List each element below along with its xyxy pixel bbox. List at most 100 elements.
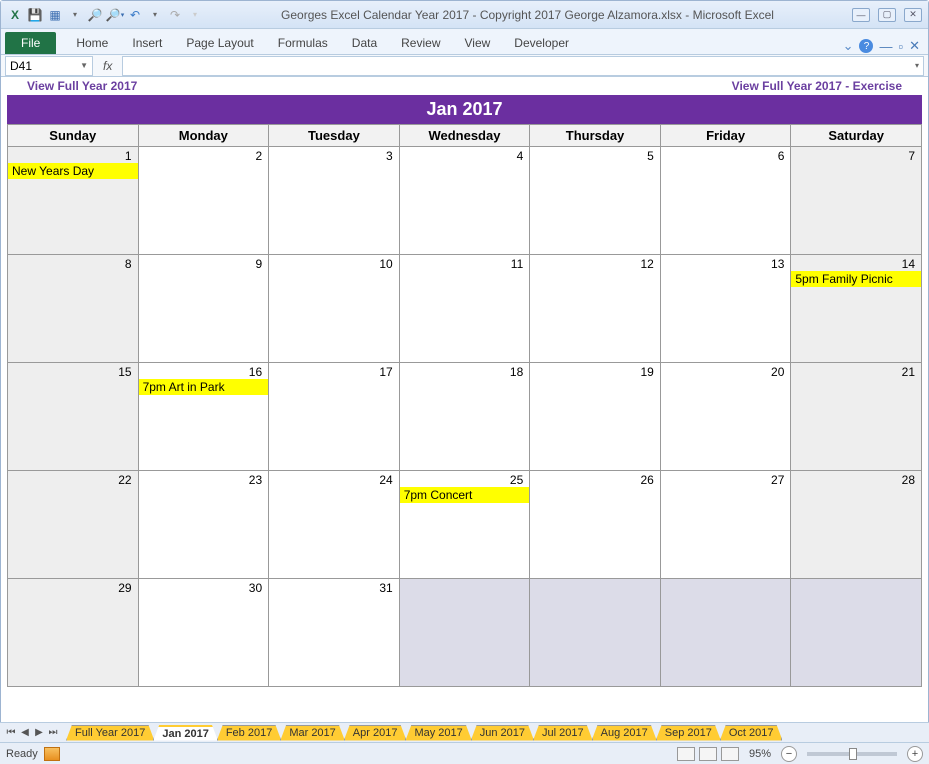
calendar-cell[interactable]: 19 bbox=[530, 363, 661, 471]
calendar-cell[interactable]: 11 bbox=[399, 255, 530, 363]
day-header: Thursday bbox=[530, 125, 661, 147]
sheet-tab[interactable]: May 2017 bbox=[405, 725, 471, 741]
window-restore-icon[interactable]: ▫ bbox=[898, 39, 903, 54]
calendar-cell[interactable]: 3 bbox=[269, 147, 400, 255]
calendar-cell[interactable]: 26 bbox=[530, 471, 661, 579]
calendar-cell[interactable]: 18 bbox=[399, 363, 530, 471]
calendar-cell[interactable]: 30 bbox=[138, 579, 269, 687]
calendar-cell[interactable]: 9 bbox=[138, 255, 269, 363]
window-min-icon[interactable]: — bbox=[879, 39, 892, 54]
ribbon-tab-data[interactable]: Data bbox=[340, 32, 389, 54]
page-break-view-icon[interactable] bbox=[721, 747, 739, 761]
help-icon[interactable]: ? bbox=[859, 39, 873, 53]
calendar-cell[interactable]: 12 bbox=[530, 255, 661, 363]
calendar-cell[interactable]: 2 bbox=[138, 147, 269, 255]
view-full-year-exercise-link[interactable]: View Full Year 2017 - Exercise bbox=[732, 79, 902, 93]
ribbon-tab-insert[interactable]: Insert bbox=[120, 32, 174, 54]
calendar-cell[interactable] bbox=[660, 579, 791, 687]
find-dropdown-icon[interactable]: 🔎▾ bbox=[107, 7, 123, 23]
file-tab[interactable]: File bbox=[5, 32, 56, 54]
ribbon-tab-home[interactable]: Home bbox=[64, 32, 120, 54]
undo-dropdown-icon[interactable]: ▾ bbox=[147, 7, 163, 23]
zoom-slider[interactable] bbox=[807, 752, 897, 756]
page-layout-view-icon[interactable] bbox=[699, 747, 717, 761]
sheet-tab[interactable]: Apr 2017 bbox=[344, 725, 407, 741]
calendar-cell[interactable]: 145pm Family Picnic bbox=[791, 255, 922, 363]
calendar-cell[interactable]: 20 bbox=[660, 363, 791, 471]
sheet-tab[interactable]: Oct 2017 bbox=[720, 725, 783, 741]
calendar-event[interactable]: 7pm Concert bbox=[400, 487, 530, 503]
ribbon-tab-view[interactable]: View bbox=[453, 32, 503, 54]
calendar-cell[interactable] bbox=[791, 579, 922, 687]
minimize-button[interactable]: — bbox=[852, 8, 870, 22]
window-close-icon[interactable]: ✕ bbox=[909, 38, 920, 54]
sheet-tab[interactable]: Aug 2017 bbox=[592, 725, 657, 741]
calendar-cell[interactable]: 6 bbox=[660, 147, 791, 255]
calendar-event[interactable]: 7pm Art in Park bbox=[139, 379, 269, 395]
calendar-cell[interactable]: 29 bbox=[8, 579, 139, 687]
find-icon[interactable]: 🔎 bbox=[87, 7, 103, 23]
calendar-cell[interactable]: 5 bbox=[530, 147, 661, 255]
calendar-cell[interactable]: 8 bbox=[8, 255, 139, 363]
qat-dropdown-icon[interactable]: ▾ bbox=[67, 7, 83, 23]
calendar-cell[interactable]: 23 bbox=[138, 471, 269, 579]
formula-input[interactable]: ▾ bbox=[122, 56, 924, 76]
calendar-cell[interactable]: 4 bbox=[399, 147, 530, 255]
calendar-cell[interactable]: 167pm Art in Park bbox=[138, 363, 269, 471]
sheet-tab[interactable]: Sep 2017 bbox=[656, 725, 721, 741]
sheet-tab[interactable]: Jul 2017 bbox=[533, 725, 593, 741]
sheet-tab[interactable]: Full Year 2017 bbox=[66, 725, 154, 741]
fx-label[interactable]: fx bbox=[103, 59, 112, 73]
calendar-cell[interactable] bbox=[399, 579, 530, 687]
sheet-tab[interactable]: Jun 2017 bbox=[471, 725, 534, 741]
zoom-level[interactable]: 95% bbox=[749, 748, 771, 760]
calendar-cell[interactable]: 7 bbox=[791, 147, 922, 255]
sheet-tab[interactable]: Jan 2017 bbox=[153, 725, 217, 741]
calendar-event[interactable]: New Years Day bbox=[8, 163, 138, 179]
redo-dropdown-icon[interactable]: ▾ bbox=[187, 7, 203, 23]
sheet-tab[interactable]: Mar 2017 bbox=[280, 725, 344, 741]
zoom-in-button[interactable]: + bbox=[907, 746, 923, 762]
calendar-cell[interactable]: 1New Years Day bbox=[8, 147, 139, 255]
undo-icon[interactable]: ↶ bbox=[127, 7, 143, 23]
ribbon-collapse-icon[interactable]: ⌄ bbox=[843, 38, 854, 54]
tab-next-icon[interactable]: ▶ bbox=[32, 727, 46, 738]
redo-icon[interactable]: ↷ bbox=[167, 7, 183, 23]
calendar-cell[interactable]: 24 bbox=[269, 471, 400, 579]
zoom-out-button[interactable]: − bbox=[781, 746, 797, 762]
calendar-cell[interactable] bbox=[530, 579, 661, 687]
ribbon-tab-page-layout[interactable]: Page Layout bbox=[174, 32, 265, 54]
calendar-cell[interactable]: 22 bbox=[8, 471, 139, 579]
normal-view-icon[interactable] bbox=[677, 747, 695, 761]
name-box-dropdown-icon[interactable]: ▼ bbox=[80, 61, 88, 70]
calendar-cell[interactable]: 13 bbox=[660, 255, 791, 363]
tab-first-icon[interactable]: ⏮ bbox=[4, 727, 18, 738]
qat-icon-1[interactable]: ▦ bbox=[47, 7, 63, 23]
formula-expand-icon[interactable]: ▾ bbox=[915, 61, 919, 70]
calendar-cell[interactable]: 27 bbox=[660, 471, 791, 579]
maximize-button[interactable]: ▢ bbox=[878, 8, 896, 22]
close-button[interactable]: ✕ bbox=[904, 8, 922, 22]
calendar-cell[interactable]: 10 bbox=[269, 255, 400, 363]
calendar-event[interactable]: 5pm Family Picnic bbox=[791, 271, 921, 287]
ribbon-tab-developer[interactable]: Developer bbox=[502, 32, 581, 54]
view-full-year-link[interactable]: View Full Year 2017 bbox=[27, 79, 137, 93]
ribbon-tab-review[interactable]: Review bbox=[389, 32, 452, 54]
save-icon[interactable]: 💾 bbox=[27, 7, 43, 23]
zoom-slider-thumb[interactable] bbox=[849, 748, 857, 760]
tab-prev-icon[interactable]: ◀ bbox=[18, 727, 32, 738]
sheet-tab[interactable]: Feb 2017 bbox=[217, 725, 281, 741]
calendar-cell[interactable]: 31 bbox=[269, 579, 400, 687]
calendar-cell[interactable]: 21 bbox=[791, 363, 922, 471]
name-box[interactable]: D41 ▼ bbox=[5, 56, 93, 76]
day-number: 14 bbox=[791, 255, 921, 271]
ribbon-tab-formulas[interactable]: Formulas bbox=[266, 32, 340, 54]
excel-icon[interactable]: X bbox=[7, 7, 23, 23]
tab-last-icon[interactable]: ⏭ bbox=[46, 727, 60, 738]
macro-record-icon[interactable] bbox=[44, 747, 60, 761]
calendar-cell[interactable]: 17 bbox=[269, 363, 400, 471]
calendar-grid[interactable]: SundayMondayTuesdayWednesdayThursdayFrid… bbox=[7, 124, 922, 687]
calendar-cell[interactable]: 28 bbox=[791, 471, 922, 579]
calendar-cell[interactable]: 15 bbox=[8, 363, 139, 471]
calendar-cell[interactable]: 257pm Concert bbox=[399, 471, 530, 579]
